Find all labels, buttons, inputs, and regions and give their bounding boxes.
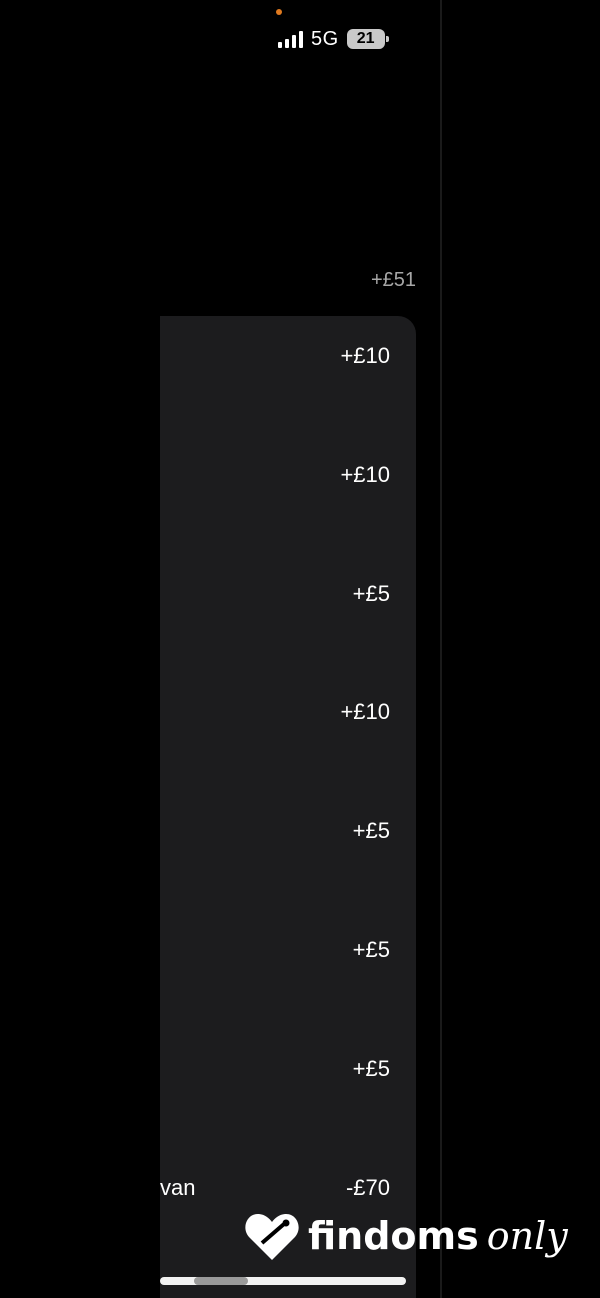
home-indicator[interactable] <box>160 1277 406 1285</box>
battery-icon: 21 <box>346 29 389 49</box>
scroll-thumb <box>194 1277 248 1285</box>
cellular-signal-icon <box>278 30 303 48</box>
heart-tag-icon <box>244 1210 300 1262</box>
transaction-amount: +£5 <box>352 581 390 606</box>
transaction-amount: +£10 <box>340 699 390 724</box>
transaction-amount: -£70 <box>345 1175 390 1200</box>
network-type: 5G <box>311 27 339 50</box>
transaction-amount: +£5 <box>352 818 390 843</box>
transaction-amount: +£5 <box>352 937 390 962</box>
window-edge <box>440 0 442 1298</box>
cropped-left-area <box>0 0 160 1298</box>
privacy-indicator-dot <box>276 9 282 15</box>
screen: 5G 21 +£10 +£10 +£5 +£10 +£5 +£5 +£5 van… <box>0 0 600 1298</box>
transaction-amount: +£10 <box>340 343 390 368</box>
watermark-script: only <box>486 1214 568 1258</box>
watermark: findoms only <box>244 1210 568 1262</box>
status-bar: 5G 21 <box>278 25 389 53</box>
transaction-name: van <box>160 1175 196 1200</box>
total-amount: +£51 <box>370 269 416 291</box>
watermark-brand: findoms <box>308 1214 479 1258</box>
battery-level: 21 <box>356 30 375 47</box>
transaction-amount: +£10 <box>340 462 390 487</box>
transaction-amount: +£5 <box>352 1056 390 1081</box>
